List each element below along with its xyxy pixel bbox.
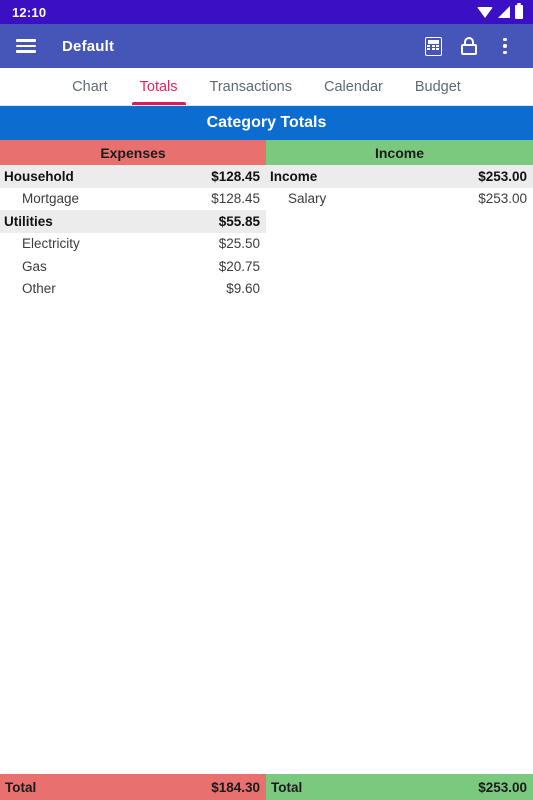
category-label: Salary (288, 191, 327, 207)
expenses-total: Total $184.30 (0, 774, 266, 800)
lock-icon[interactable] (451, 28, 487, 64)
tab-budget[interactable]: Budget (399, 68, 477, 105)
table-row[interactable]: Electricity $25.50 (0, 232, 266, 255)
income-rows: Income $253.00 Salary $253.00 (266, 165, 533, 774)
totals-footer: Total $184.30 Total $253.00 (0, 774, 533, 800)
category-amount: $25.50 (218, 236, 260, 252)
category-label: Utilities (4, 213, 53, 229)
table-row[interactable]: Utilities $55.85 (0, 210, 266, 233)
income-total: Total $253.00 (266, 774, 533, 800)
table-row[interactable]: Salary $253.00 (266, 187, 533, 210)
wifi-icon (477, 6, 493, 18)
expenses-column: Expenses Household $128.45 Mortgage $128… (0, 140, 266, 774)
category-label: Household (4, 168, 74, 184)
tab-totals[interactable]: Totals (124, 68, 194, 105)
category-amount: $128.45 (211, 191, 260, 207)
expenses-rows: Household $128.45 Mortgage $128.45 Utili… (0, 165, 266, 774)
calculator-icon[interactable] (415, 28, 451, 64)
category-amount: $128.45 (211, 168, 260, 184)
income-total-label: Total (271, 779, 303, 795)
category-amount: $55.85 (218, 213, 260, 229)
page-title: Category Totals (0, 106, 533, 140)
category-label: Mortgage (22, 191, 80, 207)
category-label: Gas (22, 258, 47, 274)
income-total-amount: $253.00 (478, 779, 527, 795)
expenses-total-label: Total (5, 779, 37, 795)
table-row[interactable]: Other $9.60 (0, 277, 266, 300)
income-column-header: Income (266, 140, 533, 165)
category-amount: $20.75 (218, 258, 260, 274)
category-label: Other (22, 281, 56, 297)
table-row[interactable]: Mortgage $128.45 (0, 187, 266, 210)
overflow-menu-icon[interactable] (487, 28, 523, 64)
tab-transactions[interactable]: Transactions (194, 68, 308, 105)
hamburger-menu-icon[interactable] (8, 28, 44, 64)
app-screen: 12:10 Default Chart Totals Transactions … (0, 0, 533, 800)
status-bar: 12:10 (0, 0, 533, 24)
tab-calendar[interactable]: Calendar (308, 68, 399, 105)
app-bar: Default (0, 24, 533, 68)
table-row[interactable]: Income $253.00 (266, 165, 533, 188)
income-column: Income Income $253.00 Salary $253.00 (266, 140, 533, 774)
signal-icon (498, 6, 510, 18)
category-label: Electricity (22, 236, 80, 252)
category-amount: $9.60 (226, 281, 260, 297)
table-row[interactable]: Household $128.45 (0, 165, 266, 188)
expenses-total-amount: $184.30 (211, 779, 260, 795)
expenses-column-header: Expenses (0, 140, 266, 165)
category-label: Income (270, 168, 318, 184)
category-amount: $253.00 (478, 191, 527, 207)
table-row[interactable]: Gas $20.75 (0, 255, 266, 278)
tab-bar: Chart Totals Transactions Calendar Budge… (0, 68, 533, 106)
tab-chart[interactable]: Chart (56, 68, 123, 105)
app-title: Default (62, 37, 115, 55)
status-clock: 12:10 (12, 4, 47, 20)
category-amount: $253.00 (478, 168, 527, 184)
status-icons (477, 3, 523, 19)
totals-columns: Expenses Household $128.45 Mortgage $128… (0, 140, 533, 774)
battery-icon (515, 3, 523, 19)
